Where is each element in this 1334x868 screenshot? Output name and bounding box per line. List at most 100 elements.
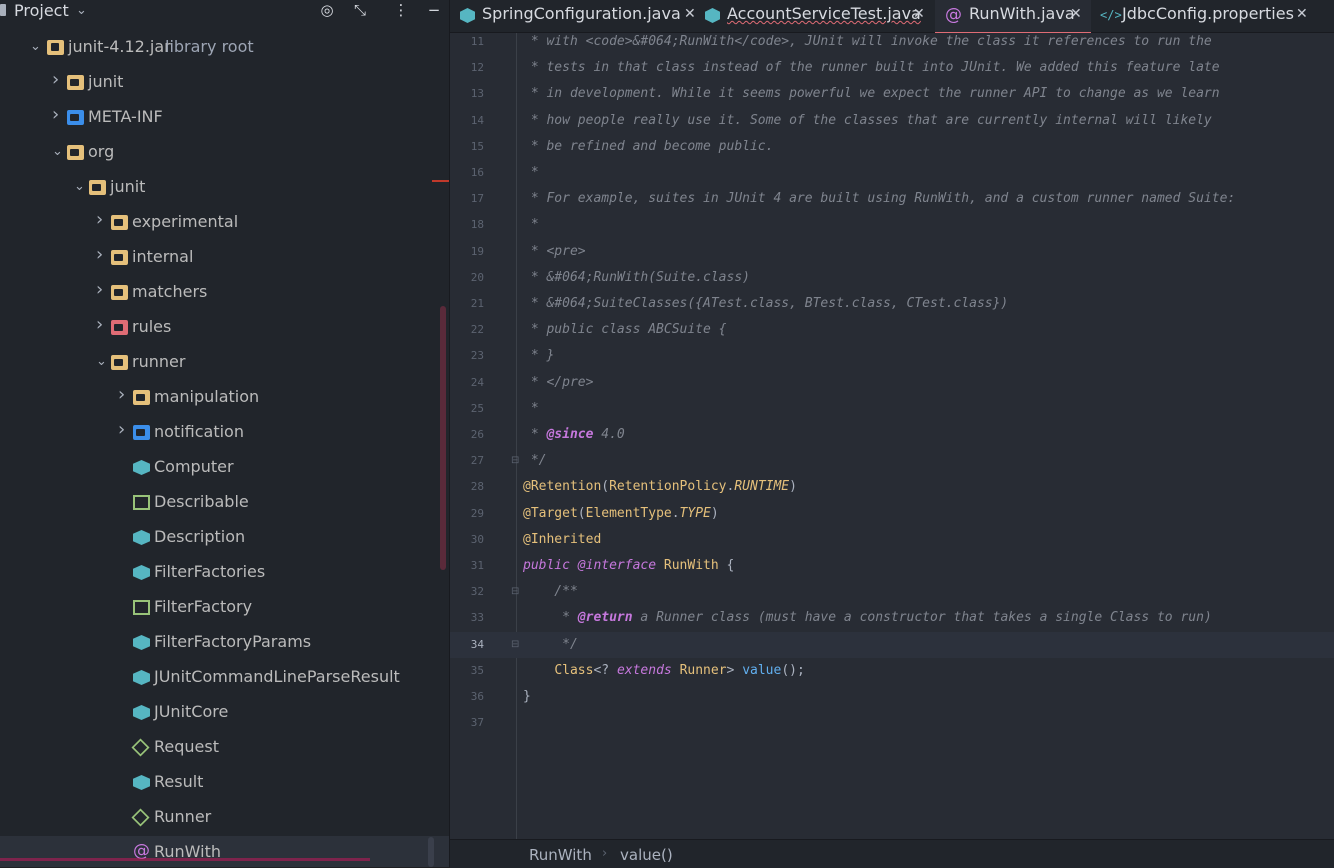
code-line[interactable]: *: [523, 160, 539, 186]
chevron-right-icon[interactable]: ›: [96, 245, 108, 265]
tree-item[interactable]: ⌄ junit: [0, 171, 449, 206]
tab-springconfiguration[interactable]: SpringConfiguration.java ✕: [460, 0, 700, 32]
package-icon: [111, 215, 128, 230]
chevron-right-icon[interactable]: ›: [96, 280, 108, 300]
minimize-icon[interactable]: −: [423, 0, 445, 20]
package-icon: [111, 355, 128, 370]
chevron-down-icon[interactable]: ⌄: [96, 352, 108, 372]
tree-item[interactable]: ⌄ runner: [0, 346, 449, 381]
tree-item[interactable]: Runner: [0, 801, 449, 836]
tab-label: SpringConfiguration.java: [482, 4, 681, 23]
code-line[interactable]: * }: [523, 343, 555, 369]
close-icon[interactable]: ✕: [913, 4, 925, 24]
tree-item[interactable]: ⌄ org: [0, 136, 449, 171]
code-line[interactable]: *: [523, 396, 539, 422]
line-number: 15: [470, 139, 484, 153]
tree-item-label: Request: [154, 737, 219, 756]
code-line[interactable]: */: [523, 632, 578, 658]
tree-item[interactable]: › notification: [0, 416, 449, 451]
tree-item[interactable]: › experimental: [0, 206, 449, 241]
chevron-right-icon[interactable]: ›: [52, 70, 64, 90]
tree-item[interactable]: FilterFactories: [0, 556, 449, 591]
locate-icon[interactable]: ◎: [316, 0, 338, 20]
tab-accountservicetest[interactable]: AccountServiceTest.java ✕: [705, 0, 930, 32]
chevron-down-icon[interactable]: ⌄: [52, 142, 64, 162]
line-number: 36: [470, 690, 484, 703]
code-line[interactable]: public @interface RunWith {: [523, 553, 734, 579]
code-line[interactable]: * public class ABCSuite {: [523, 317, 727, 343]
package-icon: [67, 145, 84, 160]
code-line[interactable]: /**: [523, 579, 578, 605]
breadcrumb-item[interactable]: RunWith: [529, 846, 592, 864]
breadcrumb-bar: RunWith › value(): [450, 839, 1334, 868]
code-line[interactable]: */: [523, 448, 547, 474]
class-icon: [133, 635, 150, 650]
fold-icon[interactable]: ⊟: [511, 632, 519, 658]
code-line[interactable]: *: [523, 212, 539, 238]
chevron-down-icon[interactable]: ⌄: [30, 37, 42, 57]
chevron-down-icon[interactable]: ⌄: [74, 177, 86, 197]
code-line[interactable]: * tests in that class instead of the run…: [523, 55, 1220, 81]
tree-item[interactable]: FilterFactoryParams: [0, 626, 449, 661]
tree-item[interactable]: Description: [0, 521, 449, 556]
code-line[interactable]: Class<? extends Runner> value();: [523, 658, 805, 684]
code-line[interactable]: * in development. While it seems powerfu…: [523, 81, 1220, 107]
fold-icon[interactable]: ⊟: [511, 448, 519, 474]
line-number: 18: [470, 218, 484, 232]
chevron-down-icon[interactable]: ⌄: [76, 1, 87, 21]
more-options-icon[interactable]: ⋮: [390, 0, 412, 20]
collapse-all-icon[interactable]: ⤡: [349, 0, 371, 20]
tree-item[interactable]: Request: [0, 731, 449, 766]
fold-icon[interactable]: ⊟: [511, 579, 519, 605]
tree-item[interactable]: JUnitCommandLineParseResult: [0, 661, 449, 696]
tree-item[interactable]: JUnitCore: [0, 696, 449, 731]
tree-item[interactable]: @ RunWith: [0, 836, 449, 867]
code-line[interactable]: * </pre>: [523, 370, 594, 396]
code-line[interactable]: @Target(ElementType.TYPE): [523, 501, 719, 527]
code-line[interactable]: * be refined and become public.: [523, 134, 774, 160]
line-number: 34: [470, 637, 484, 651]
close-icon[interactable]: ✕: [1296, 4, 1308, 24]
chevron-right-icon[interactable]: ›: [96, 210, 108, 230]
tree-item[interactable]: Result: [0, 766, 449, 801]
code-line[interactable]: @Retention(RetentionPolicy.RUNTIME): [523, 474, 797, 500]
selection-underline: [0, 858, 370, 861]
code-line[interactable]: * &#064;RunWith(Suite.class): [523, 265, 750, 291]
code-line[interactable]: }: [523, 684, 531, 710]
tree-item[interactable]: › matchers: [0, 276, 449, 311]
chevron-right-icon[interactable]: ›: [118, 385, 130, 405]
tree-item[interactable]: Computer: [0, 451, 449, 486]
tree-item[interactable]: ⌄ junit-4.12.jar library root: [0, 31, 449, 66]
tree-item[interactable]: › META-INF: [0, 101, 449, 136]
tree-item-label: Runner: [154, 807, 212, 826]
chevron-right-icon[interactable]: ›: [118, 420, 130, 440]
close-icon[interactable]: ✕: [684, 4, 696, 24]
code-line[interactable]: * how people really use it. Some of the …: [523, 108, 1212, 134]
chevron-right-icon[interactable]: ›: [52, 105, 64, 125]
code-line[interactable]: @Inherited: [523, 527, 601, 553]
tree-item[interactable]: › internal: [0, 241, 449, 276]
tree-item[interactable]: › rules: [0, 311, 449, 346]
tab-jdbcconfig[interactable]: </> JdbcConfig.properties ✕: [1100, 0, 1334, 32]
code-line[interactable]: * <pre>: [523, 239, 586, 265]
tree-item[interactable]: Describable: [0, 486, 449, 521]
code-line[interactable]: * @since 4.0: [523, 422, 625, 448]
class-icon: [133, 460, 150, 475]
code-line[interactable]: * For example, suites in JUnit 4 are bui…: [523, 186, 1235, 212]
breadcrumb-item[interactable]: value(): [620, 846, 673, 864]
tree-item-label: JUnitCore: [154, 702, 229, 721]
close-icon[interactable]: ✕: [1070, 4, 1082, 24]
error-marker: [432, 180, 449, 182]
project-title[interactable]: Project: [14, 1, 69, 21]
tree-item[interactable]: › manipulation: [0, 381, 449, 416]
code-line[interactable]: * &#064;SuiteClasses({ATest.class, BTest…: [523, 291, 1008, 317]
code-line[interactable]: * with <code>&#064;RunWith</code>, JUnit…: [523, 29, 1212, 55]
chevron-right-icon[interactable]: ›: [96, 315, 108, 335]
code-line[interactable]: * @return a Runner class (must have a co…: [523, 605, 1212, 631]
sidebar-scrollbar-lower[interactable]: [428, 837, 434, 867]
tree-item[interactable]: › junit: [0, 66, 449, 101]
line-number: 14: [470, 113, 484, 127]
sidebar-scrollbar[interactable]: [440, 306, 446, 570]
class-icon: [133, 530, 150, 545]
tree-item[interactable]: FilterFactory: [0, 591, 449, 626]
